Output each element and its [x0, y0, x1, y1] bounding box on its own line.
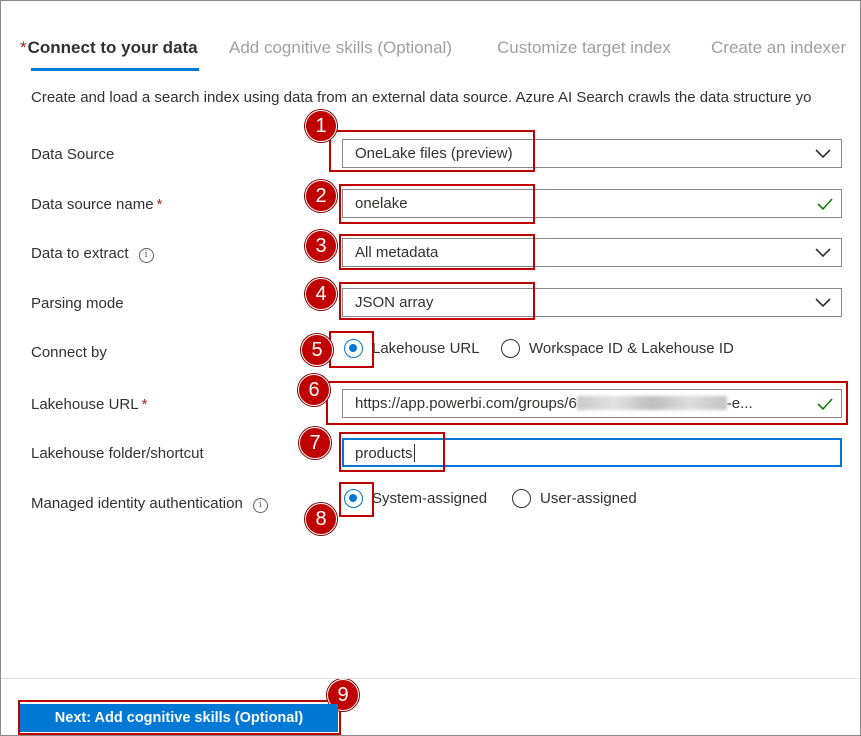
next-button[interactable]: Next: Add cognitive skills (Optional): [20, 704, 338, 732]
step-badge-7: 7: [299, 427, 331, 459]
info-icon[interactable]: i: [252, 498, 268, 513]
step-badge-1: 1: [305, 110, 337, 142]
highlight-box-3: [339, 234, 535, 270]
tab-create-an-indexer[interactable]: Create an indexer: [711, 38, 846, 58]
parsing-mode-label: Parsing mode: [31, 295, 124, 312]
radio-workspace-id[interactable]: Workspace ID & Lakehouse ID: [501, 339, 734, 358]
highlight-box-2: [339, 184, 535, 224]
chevron-down-icon: [815, 248, 831, 258]
data-source-name-label: Data source name *: [31, 196, 163, 213]
data-source-label: Data Source: [31, 146, 115, 163]
highlight-box-7: [339, 432, 445, 472]
tab-customize-target-index[interactable]: Customize target index: [497, 38, 671, 58]
radio-unselected-icon: [512, 489, 531, 508]
required-marker: *: [141, 396, 148, 413]
required-marker: *: [156, 196, 163, 213]
radio-unselected-icon: [501, 339, 520, 358]
step-badge-5: 5: [301, 334, 333, 366]
info-icon[interactable]: i: [138, 248, 154, 263]
footer-divider: [1, 678, 859, 679]
intro-text: Create and load a search index using dat…: [31, 89, 812, 106]
step-badge-4: 4: [305, 278, 337, 310]
step-badge-8: 8: [305, 503, 337, 535]
step-badge-2: 2: [305, 180, 337, 212]
highlight-box-8: [339, 482, 374, 517]
chevron-down-icon: [815, 298, 831, 308]
tab-connect-to-your-data[interactable]: *Connect to your data: [20, 38, 198, 58]
checkmark-icon: [817, 198, 833, 211]
managed-identity-label: Managed identity authentication i: [31, 495, 268, 513]
active-tab-indicator: [31, 68, 199, 71]
wizard-tabs: *Connect to your data Add cognitive skil…: [0, 38, 861, 74]
radio-user-assigned[interactable]: User-assigned: [512, 489, 637, 508]
lakehouse-url-label: Lakehouse URL *: [31, 396, 148, 413]
highlight-box-6: [326, 381, 848, 425]
chevron-down-icon: [815, 149, 831, 159]
lakehouse-folder-label: Lakehouse folder/shortcut: [31, 445, 204, 462]
window-frame: [0, 0, 861, 736]
highlight-box-1: [329, 130, 535, 172]
step-badge-3: 3: [305, 230, 337, 262]
step-badge-6: 6: [298, 374, 330, 406]
data-to-extract-label: Data to extract i: [31, 245, 154, 263]
tab-add-cognitive-skills[interactable]: Add cognitive skills (Optional): [229, 38, 452, 58]
connect-by-label: Connect by: [31, 344, 107, 361]
highlight-box-4: [339, 282, 535, 320]
highlight-box-5: [329, 331, 374, 368]
